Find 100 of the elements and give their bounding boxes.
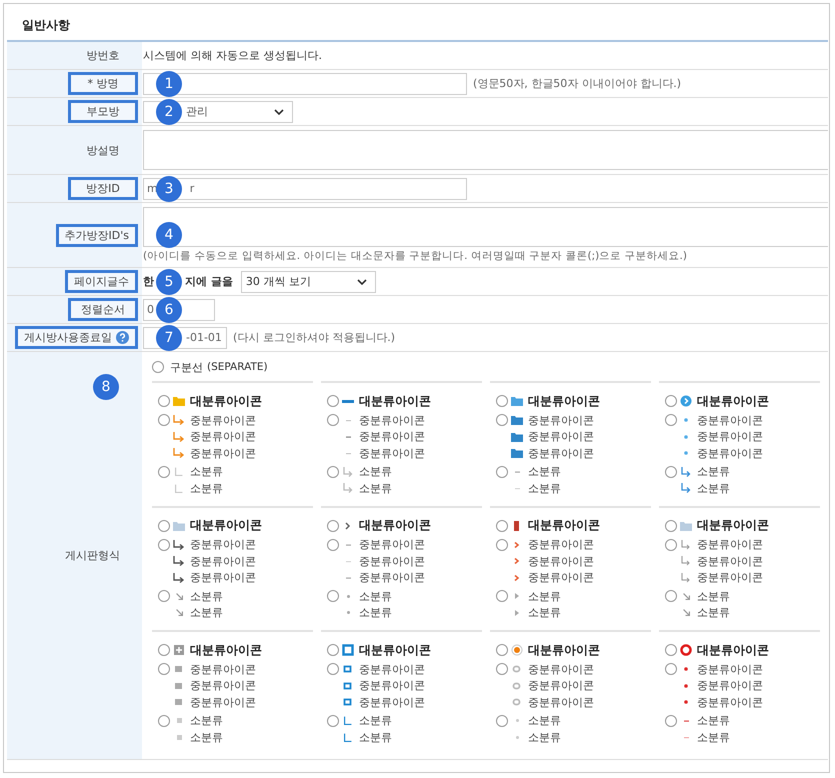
option-label: 소분류 (190, 480, 223, 496)
dash-icon (684, 736, 688, 738)
arrow-icon (679, 466, 693, 478)
radio-button[interactable] (665, 663, 677, 676)
folder-icon (172, 395, 186, 407)
option-label: 소분류 (528, 480, 561, 496)
dash-icon (346, 560, 350, 562)
option-label: 소분류 (190, 730, 223, 745)
radio-button[interactable] (158, 520, 170, 532)
option-label: 중분류아이콘 (528, 446, 594, 461)
option-label: 소분류 (528, 605, 561, 620)
arrow-icon (172, 430, 186, 443)
help-icon[interactable] (116, 331, 129, 344)
option-label: 대분류아이콘 (359, 517, 431, 534)
radio-button[interactable] (665, 414, 677, 426)
radio-button[interactable] (327, 395, 339, 407)
option-label: 중분류아이콘 (359, 662, 425, 677)
field-label: 게시판형식 (64, 548, 121, 564)
option-label: 소분류 (528, 588, 561, 604)
dot-icon (684, 684, 688, 688)
folder-icon (510, 414, 524, 426)
option-label: 소분류 (359, 713, 392, 728)
radio-button[interactable] (496, 590, 508, 602)
radio-button[interactable] (327, 538, 339, 551)
arrow-icon (172, 555, 186, 568)
triangle-icon (515, 610, 519, 616)
radio-button[interactable] (496, 644, 508, 656)
radio-button[interactable] (496, 414, 508, 426)
square-icon (172, 644, 186, 656)
option-label: 대분류아이콘 (190, 517, 262, 534)
radio-button[interactable] (158, 590, 170, 602)
dash-icon (346, 452, 350, 454)
option-label: 중분류아이콘 (190, 446, 256, 461)
radio-button[interactable] (327, 590, 339, 602)
arrow-icon (176, 609, 182, 616)
option-label: 중분류아이콘 (528, 662, 594, 677)
radio-button[interactable] (496, 663, 508, 676)
option-label: 대분류아이콘 (528, 392, 600, 410)
radio-button[interactable] (665, 714, 677, 727)
option-label: 대분류아이콘 (697, 517, 769, 534)
radio-button[interactable] (665, 590, 677, 602)
option-label: 중분류아이콘 (697, 537, 763, 552)
arrow-icon (172, 572, 186, 584)
field-label: 방장ID (68, 177, 138, 200)
radio-button[interactable] (158, 395, 170, 407)
radio-button[interactable] (327, 520, 339, 532)
text-area[interactable] (143, 207, 828, 247)
dash-icon (514, 488, 520, 489)
option-label: 중분류아이콘 (528, 537, 594, 552)
caret-icon (356, 278, 367, 284)
radio-button[interactable] (665, 644, 677, 656)
input-field[interactable] (143, 72, 467, 94)
option-label: 중분류아이콘 (359, 537, 425, 552)
dash-icon (346, 544, 350, 546)
option-label: 소분류 (697, 480, 730, 496)
radio-button[interactable] (158, 663, 170, 676)
option-label: 중분류아이콘 (190, 678, 256, 694)
radio-button[interactable] (496, 520, 508, 532)
dot-icon (346, 594, 350, 598)
radio-button[interactable] (158, 644, 170, 656)
option-label: 중분류아이콘 (190, 429, 256, 444)
radio-button[interactable] (496, 538, 508, 551)
radio-button[interactable] (327, 466, 339, 478)
dot-icon (510, 644, 524, 656)
radio-button[interactable] (327, 714, 339, 727)
radio-button[interactable] (496, 395, 508, 407)
page-size-select[interactable]: 30 개씩 보기 (240, 270, 376, 292)
option-label: 중분류아이콘 (697, 412, 763, 428)
option-label: 대분류아이콘 (528, 642, 600, 658)
option-label: 중분류아이콘 (528, 570, 594, 586)
option-label: 중분류아이콘 (697, 570, 763, 586)
option-label: 중분류아이콘 (359, 678, 425, 694)
radio-button[interactable] (665, 395, 677, 407)
radio-button[interactable] (665, 520, 677, 532)
radio-button[interactable] (327, 414, 339, 426)
option-label: 소분류 (190, 464, 223, 480)
arrow-icon (341, 482, 355, 494)
radio-button[interactable] (327, 644, 339, 656)
option-label: 소분류 (528, 464, 561, 480)
radio-button[interactable] (327, 663, 339, 676)
arrow-icon (682, 609, 690, 616)
page-count-text: 지에 글을 (185, 274, 233, 289)
radio-button[interactable] (158, 714, 170, 727)
dot-icon (516, 719, 518, 722)
radio-button[interactable] (665, 466, 677, 478)
dash-icon (346, 420, 350, 421)
radio-button[interactable] (158, 466, 170, 478)
arrow-icon (172, 538, 186, 551)
radio-button[interactable] (496, 466, 508, 478)
radio-button[interactable] (496, 714, 508, 727)
radio-button[interactable] (665, 538, 677, 551)
room-number-text: 시스템에 의해 자동으로 생성됩니다. (143, 48, 322, 63)
radio-button[interactable] (158, 538, 170, 551)
folder-icon (510, 430, 524, 443)
arrow-icon (176, 592, 182, 600)
text-area[interactable] (143, 130, 828, 170)
hint-text: (영문50자, 한글50자 이내이어야 합니다.) (473, 76, 682, 91)
square-icon (176, 718, 182, 724)
radio-button[interactable] (158, 414, 170, 426)
radio-button[interactable] (152, 361, 164, 373)
